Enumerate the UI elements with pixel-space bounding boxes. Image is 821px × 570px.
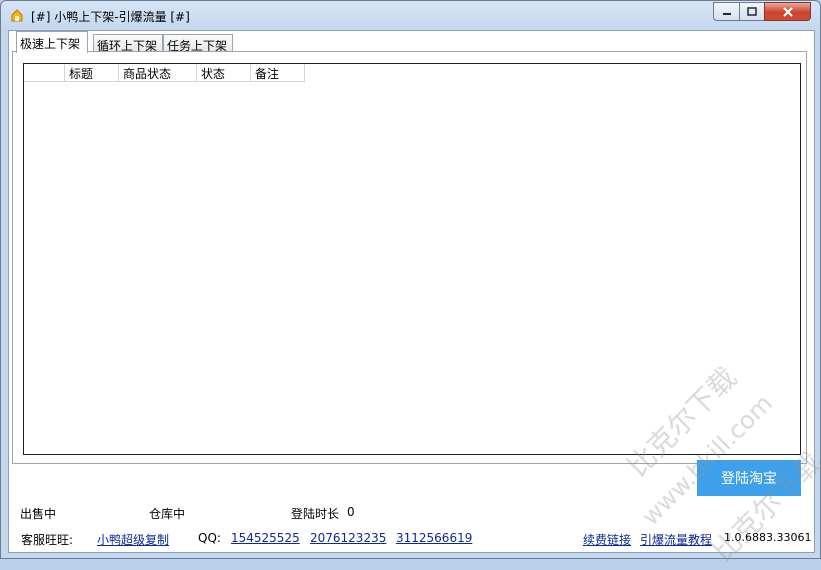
minimize-icon <box>722 12 731 15</box>
maximize-button[interactable] <box>739 2 765 21</box>
window-title: [#] 小鸭上下架-引爆流量 [#] <box>31 10 190 24</box>
tab-panel: 标题 商品状态 状态 备注 <box>12 51 807 464</box>
title-bar[interactable]: [#] 小鸭上下架-引爆流量 [#] <box>1 1 820 29</box>
login-duration-value: 0 <box>347 505 355 519</box>
minimize-button[interactable] <box>713 2 740 21</box>
tab-loop-listing[interactable]: 循环上下架 <box>93 34 163 53</box>
app-duck-icon <box>11 9 23 22</box>
renew-link[interactable]: 续费链接 <box>583 531 631 548</box>
column-header-title[interactable]: 标题 <box>65 64 119 82</box>
qq-label: QQ: <box>198 531 221 545</box>
qq-link-3[interactable]: 3112566619 <box>396 531 472 545</box>
qq-link-1[interactable]: 154525525 <box>231 531 300 545</box>
close-icon <box>782 6 793 17</box>
maximize-icon <box>747 6 757 16</box>
service-label: 客服旺旺: <box>21 533 74 547</box>
qq-link-2[interactable]: 2076123235 <box>310 531 386 545</box>
column-header-status[interactable]: 状态 <box>197 64 251 82</box>
tab-fast-listing[interactable]: 极速上下架 <box>16 31 88 53</box>
product-list[interactable]: 标题 商品状态 状态 备注 <box>23 63 801 455</box>
login-duration-label: 登陆时长 <box>291 507 340 521</box>
service-link[interactable]: 小鸭超级复制 <box>97 531 169 548</box>
close-button[interactable] <box>764 2 811 21</box>
column-header-blank[interactable] <box>24 64 65 82</box>
in-warehouse-label: 仓库中 <box>149 507 186 521</box>
column-header-note[interactable]: 备注 <box>251 64 305 82</box>
version-label: 1.0.6883.33061 <box>724 531 812 544</box>
list-header: 标题 商品状态 状态 备注 <box>24 64 305 82</box>
tab-task-listing[interactable]: 任务上下架 <box>163 34 233 53</box>
client-area: 极速上下架 循环上下架 任务上下架 标题 商品状态 状态 备注 出售中 仓库中 … <box>8 30 815 553</box>
column-header-product-status[interactable]: 商品状态 <box>119 64 197 82</box>
on-sale-label: 出售中 <box>20 507 57 521</box>
app-window: [#] 小鸭上下架-引爆流量 [#] 极速上下架 循环上下架 任务上下架 标题 … <box>0 0 821 568</box>
login-taobao-button[interactable]: 登陆淘宝 <box>697 460 801 496</box>
tutorial-link[interactable]: 引爆流量教程 <box>640 531 712 548</box>
